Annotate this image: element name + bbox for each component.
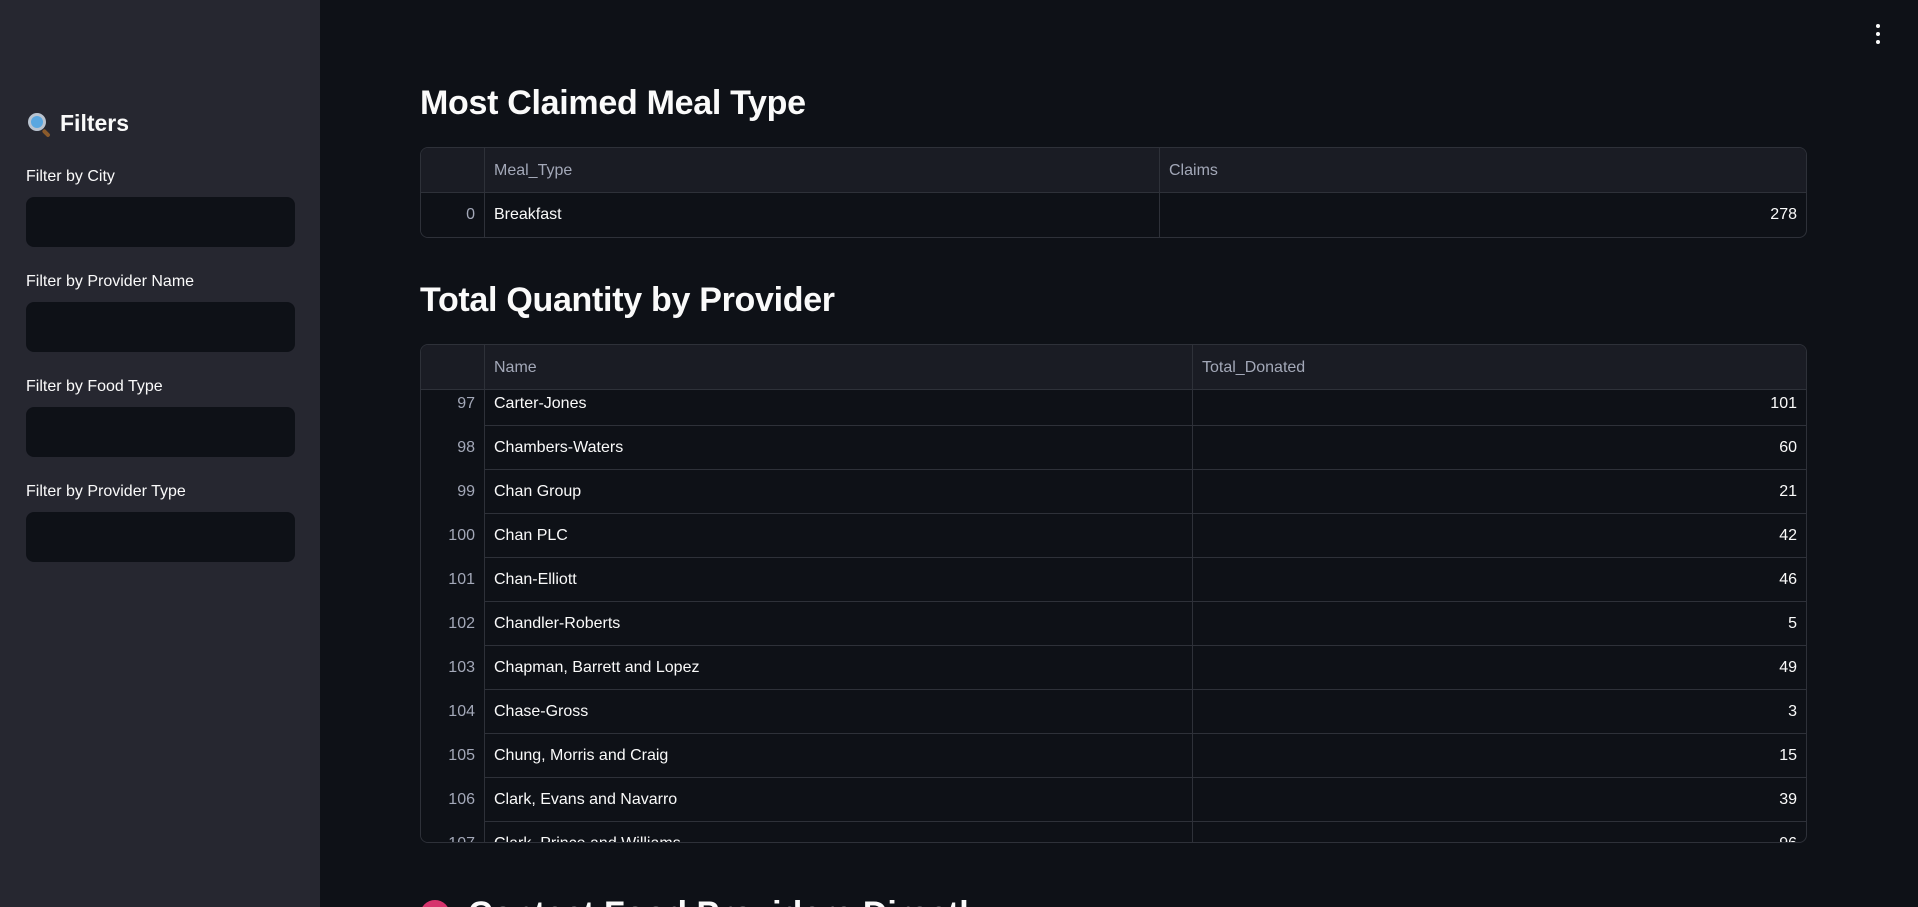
filter-provider-type: Filter by Provider Type	[26, 482, 295, 562]
cell-name[interactable]: Clark, Evans and Navarro	[485, 778, 1193, 822]
table-row[interactable]: 106 Clark, Evans and Navarro 39	[421, 778, 1806, 822]
cell-name[interactable]: Clark, Prince and Williams	[485, 822, 1193, 842]
filter-provider-type-label: Filter by Provider Type	[26, 483, 186, 500]
table-header: Name Total_Donated	[421, 345, 1806, 390]
cell-name[interactable]: Chapman, Barrett and Lopez	[485, 646, 1193, 690]
cell-name[interactable]: Carter-Jones	[485, 390, 1193, 426]
cell-claims[interactable]: 278	[1160, 193, 1806, 237]
filter-city: Filter by City	[26, 167, 295, 247]
table-row[interactable]: 103 Chapman, Barrett and Lopez 49	[421, 646, 1806, 690]
table-row[interactable]: 101 Chan-Elliott 46	[421, 558, 1806, 602]
table-row[interactable]: 102 Chandler-Roberts 5	[421, 602, 1806, 646]
table-row[interactable]: 105 Chung, Morris and Craig 15	[421, 734, 1806, 778]
table-body-scroll[interactable]: 97 Carter-Jones 101 98 Chambers-Waters 60 99 Ch…	[421, 390, 1806, 842]
filter-provider-name-input[interactable]	[26, 302, 295, 352]
cell-name[interactable]: Chan PLC	[485, 514, 1193, 558]
cell-total-donated[interactable]: 49	[1193, 646, 1806, 690]
column-header-index[interactable]	[421, 345, 485, 390]
sidebar-title-text: Filters	[60, 110, 130, 136]
table-row[interactable]: 98 Chambers-Waters 60	[421, 426, 1806, 470]
row-index: 0	[421, 193, 485, 237]
row-index: 104	[421, 690, 485, 734]
row-index: 100	[421, 514, 485, 558]
filter-provider-name-label: Filter by Provider Name	[26, 273, 195, 290]
section-title-contact: Contact Food Providers Directly	[413, 893, 988, 907]
section-title-contact-text: Contact Food Providers Directly	[468, 895, 988, 907]
kebab-menu-icon[interactable]	[1868, 22, 1888, 46]
filter-food-type: Filter by Food Type	[26, 377, 295, 457]
row-index: 101	[421, 558, 485, 602]
cell-total-donated[interactable]: 46	[1193, 558, 1806, 602]
app-root: Filters Filter by City Filter by Provide…	[0, 0, 1918, 907]
section-title-meal-type: Most Claimed Meal Type	[420, 84, 806, 122]
filter-provider-name: Filter by Provider Name	[26, 272, 295, 352]
filter-city-input[interactable]	[26, 197, 295, 247]
table-row[interactable]: 99 Chan Group 21	[421, 470, 1806, 514]
table-row[interactable]: 100 Chan PLC 42	[421, 514, 1806, 558]
filter-city-label: Filter by City	[26, 168, 115, 185]
cell-meal-type[interactable]: Breakfast	[485, 193, 1160, 237]
filter-food-type-label: Filter by Food Type	[26, 378, 163, 395]
sidebar-title: Filters	[26, 110, 130, 138]
cell-total-donated[interactable]: 39	[1193, 778, 1806, 822]
table-row[interactable]: 0 Breakfast 278	[421, 193, 1806, 237]
pin-icon	[413, 893, 457, 907]
row-index: 103	[421, 646, 485, 690]
column-header-name[interactable]: Name	[485, 345, 1193, 390]
cell-total-donated[interactable]: 15	[1193, 734, 1806, 778]
table-row[interactable]: 107Clark, Prince and Williams96	[421, 822, 1806, 842]
cell-total-donated[interactable]: 101	[1193, 390, 1806, 426]
row-index: 105	[421, 734, 485, 778]
column-header-index[interactable]	[421, 148, 485, 193]
table-header: Meal_Type Claims	[421, 148, 1806, 193]
section-title-total-quantity: Total Quantity by Provider	[420, 281, 835, 319]
cell-total-donated[interactable]: 96	[1193, 822, 1806, 842]
cell-total-donated[interactable]: 21	[1193, 470, 1806, 514]
meal-type-table[interactable]: Meal_Type Claims 0 Breakfast 278	[420, 147, 1807, 238]
row-index: 106	[421, 778, 485, 822]
cell-total-donated[interactable]: 5	[1193, 602, 1806, 646]
filter-provider-type-input[interactable]	[26, 512, 295, 562]
row-index: 97	[421, 390, 485, 426]
column-header-claims[interactable]: Claims	[1160, 148, 1806, 193]
row-index: 107	[421, 822, 485, 842]
cell-name[interactable]: Chung, Morris and Craig	[485, 734, 1193, 778]
filter-food-type-input[interactable]	[26, 407, 295, 457]
column-header-meal-type[interactable]: Meal_Type	[485, 148, 1160, 193]
cell-name[interactable]: Chambers-Waters	[485, 426, 1193, 470]
cell-name[interactable]: Chan-Elliott	[485, 558, 1193, 602]
cell-name[interactable]: Chandler-Roberts	[485, 602, 1193, 646]
magnifier-icon	[26, 111, 52, 138]
main-content: Most Claimed Meal Type Meal_Type Claims …	[320, 0, 1918, 907]
column-header-total-donated[interactable]: Total_Donated	[1193, 345, 1806, 390]
row-index: 99	[421, 470, 485, 514]
cell-total-donated[interactable]: 42	[1193, 514, 1806, 558]
provider-quantity-table[interactable]: Name Total_Donated 97 Carter-Jones 101 98 Ch…	[420, 344, 1807, 843]
table-rows: 97 Carter-Jones 101 98 Chambers-Waters 60 99 Ch…	[421, 390, 1806, 842]
sidebar: Filters Filter by City Filter by Provide…	[0, 0, 320, 907]
table-row[interactable]: 104 Chase-Gross 3	[421, 690, 1806, 734]
row-index: 102	[421, 602, 485, 646]
cell-total-donated[interactable]: 3	[1193, 690, 1806, 734]
row-index: 98	[421, 426, 485, 470]
table-row[interactable]: 97 Carter-Jones 101	[421, 390, 1806, 426]
cell-total-donated[interactable]: 60	[1193, 426, 1806, 470]
cell-name[interactable]: Chase-Gross	[485, 690, 1193, 734]
cell-name[interactable]: Chan Group	[485, 470, 1193, 514]
